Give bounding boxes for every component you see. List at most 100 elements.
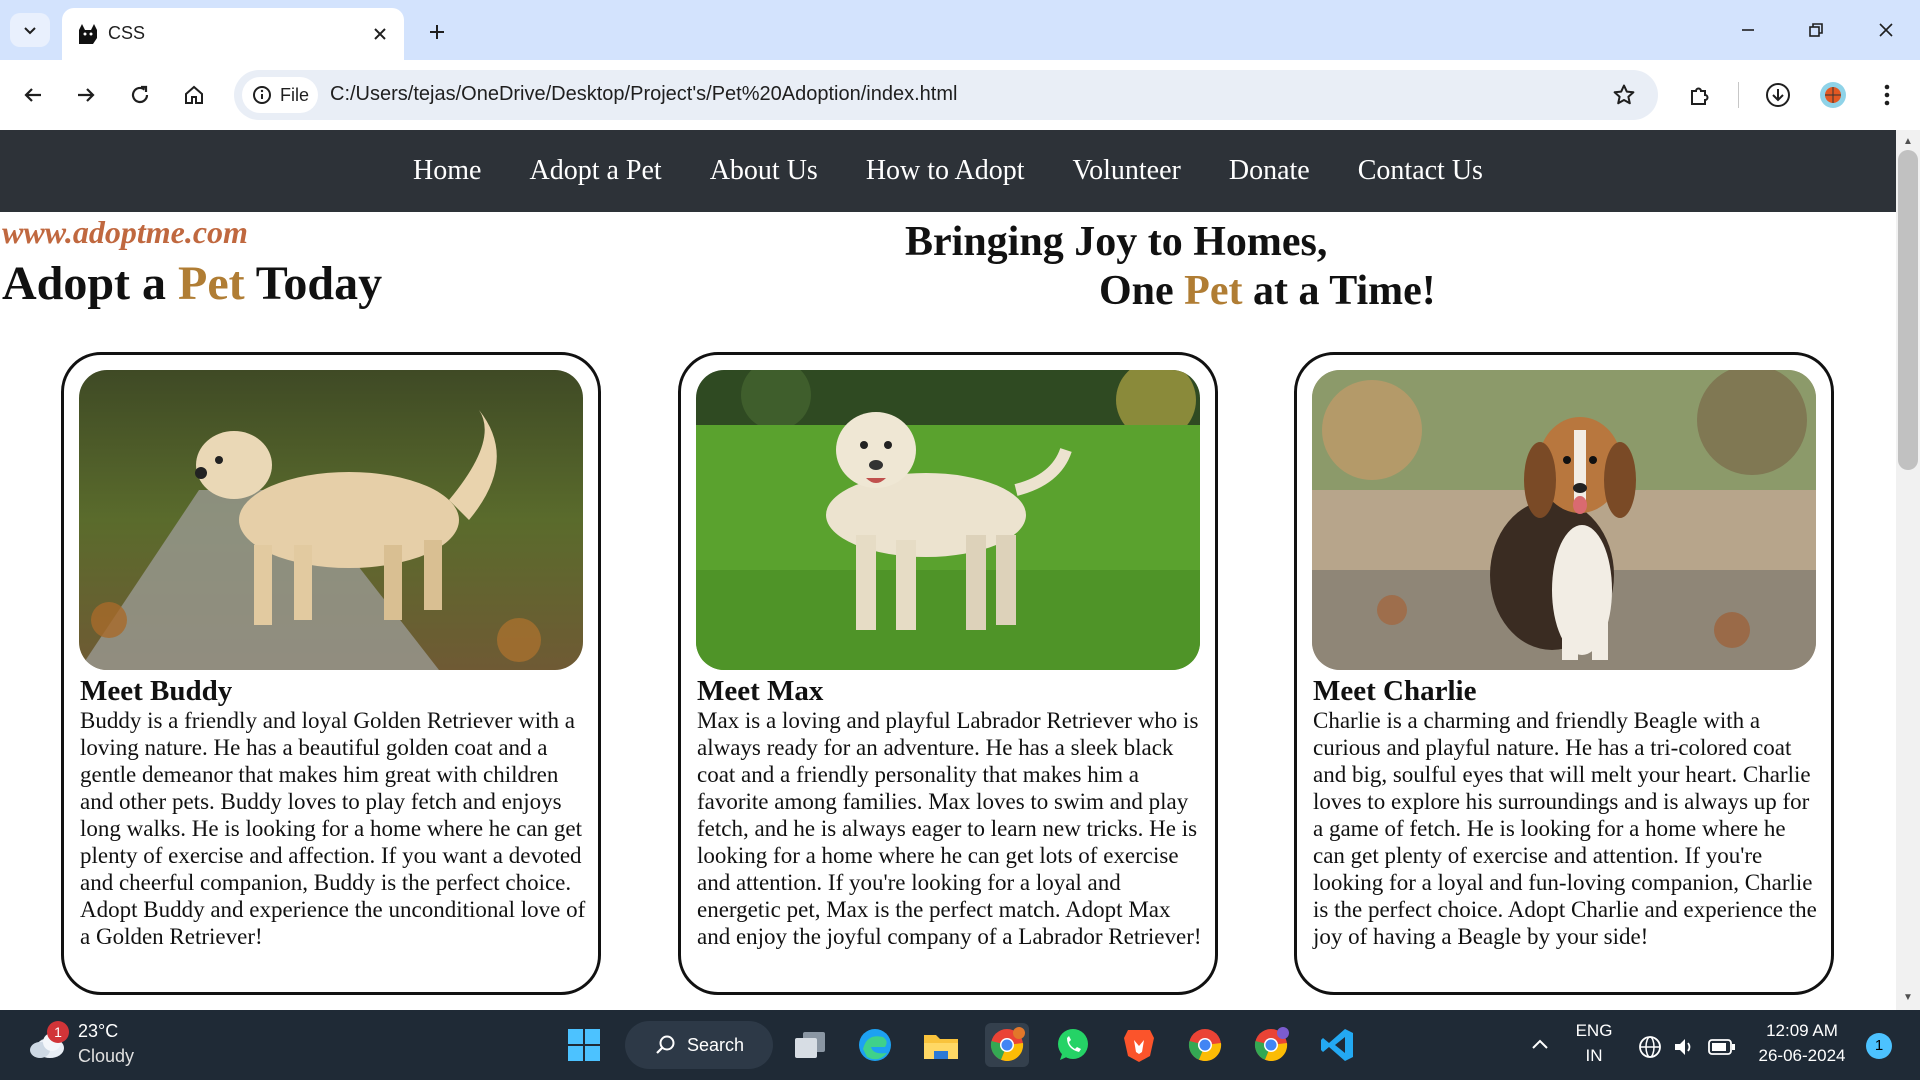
brand-title-pre: Adopt a — [2, 257, 179, 310]
search-icon — [656, 1035, 675, 1054]
forward-button[interactable] — [66, 75, 106, 115]
tagline-line1: Bringing Joy to Homes, — [905, 219, 1328, 265]
tagline-accent: Pet — [1184, 268, 1243, 314]
nav-volunteer[interactable]: Volunteer — [1049, 155, 1205, 187]
new-tab-button[interactable] — [420, 15, 454, 49]
puzzle-icon — [1691, 87, 1709, 105]
site-info-button[interactable]: File — [242, 77, 318, 113]
tagline-post: at a Time! — [1242, 268, 1436, 314]
page-viewport: Home Adopt a Pet About Us How to Adopt V… — [0, 130, 1896, 1010]
scroll-up-icon[interactable]: ▲ — [1900, 134, 1916, 150]
pet-description: Charlie is a charming and friendly Beagl… — [1313, 708, 1817, 949]
clock-date[interactable]: 26-06-2024 — [1746, 1046, 1858, 1066]
chevron-up-icon[interactable] — [1530, 1037, 1550, 1051]
plus-icon — [430, 25, 444, 39]
browser-tab[interactable]: CSS — [62, 8, 404, 60]
brave-app[interactable] — [1117, 1023, 1161, 1067]
home-button[interactable] — [174, 75, 214, 115]
address-bar[interactable]: File C:/Users/tejas/OneDrive/Desktop/Pro… — [234, 70, 1658, 120]
nav-home[interactable]: Home — [389, 155, 505, 187]
notification-badge[interactable]: 1 — [1866, 1033, 1892, 1059]
start-button[interactable] — [562, 1023, 606, 1067]
weather-alert-badge: 1 — [47, 1021, 69, 1043]
edge-app[interactable] — [853, 1023, 897, 1067]
browser-menu-button[interactable] — [1867, 75, 1907, 115]
scrollbar-thumb[interactable] — [1898, 150, 1918, 470]
restore-button[interactable] — [1792, 10, 1840, 50]
pet-description: Max is a loving and playful Labrador Ret… — [697, 708, 1202, 949]
task-view-button[interactable] — [788, 1023, 832, 1067]
brave-lion-icon — [1124, 1030, 1154, 1062]
minimize-button[interactable] — [1724, 10, 1772, 50]
downloads-button[interactable] — [1758, 75, 1798, 115]
chrome-profile3-app[interactable] — [1249, 1023, 1293, 1067]
chrome-icon — [1254, 1027, 1289, 1062]
site-chip-label: File — [280, 84, 310, 105]
weather-temp[interactable]: 23°C — [78, 1021, 118, 1042]
nav-donate[interactable]: Donate — [1205, 155, 1334, 187]
task-view-icon — [795, 1032, 825, 1058]
clock-time[interactable]: 12:09 AM — [1746, 1021, 1858, 1041]
info-icon — [253, 86, 271, 104]
file-explorer-app[interactable] — [919, 1023, 963, 1067]
download-icon — [1766, 83, 1790, 107]
brand-title: Adopt a Pet Today — [2, 256, 382, 311]
pet-card-max: Meet Max Max is a loving and playful Lab… — [678, 352, 1218, 995]
golden-retriever-image — [79, 370, 583, 670]
extensions-button[interactable] — [1680, 75, 1720, 115]
lang-line1[interactable]: ENG — [1572, 1021, 1616, 1041]
tab-search-button[interactable] — [10, 13, 50, 47]
vscode-app[interactable] — [1315, 1023, 1359, 1067]
tagline-line2: One Pet at a Time! — [1099, 267, 1436, 315]
minimize-icon — [1742, 29, 1754, 31]
beagle-image — [1312, 370, 1816, 670]
nav-contact-us[interactable]: Contact Us — [1334, 155, 1507, 187]
reload-button[interactable] — [120, 75, 160, 115]
chevron-down-icon — [24, 27, 36, 35]
star-icon — [1613, 84, 1635, 105]
tab-close-button[interactable] — [366, 20, 394, 48]
brand-url: www.adoptme.com — [2, 214, 248, 250]
whatsapp-icon — [1058, 1029, 1088, 1060]
avatar-icon — [1820, 82, 1846, 108]
brand-title-post: Today — [244, 257, 383, 310]
battery-icon[interactable] — [1708, 1037, 1736, 1057]
scroll-down-icon[interactable]: ▼ — [1900, 990, 1916, 1006]
arrow-left-icon — [24, 88, 41, 102]
close-window-button[interactable] — [1862, 10, 1910, 50]
nav-about-us[interactable]: About Us — [686, 155, 842, 187]
bookmark-button[interactable] — [1608, 79, 1640, 111]
pet-photo-charlie — [1312, 370, 1816, 670]
globe-network-icon[interactable] — [1638, 1035, 1662, 1059]
nav-how-to-adopt[interactable]: How to Adopt — [842, 155, 1049, 187]
close-icon — [374, 28, 386, 40]
pet-title: Meet Charlie — [1313, 675, 1477, 707]
pet-photo-buddy — [79, 370, 583, 670]
reload-icon — [131, 85, 149, 104]
whatsapp-app[interactable] — [1051, 1023, 1095, 1067]
volume-icon[interactable] — [1672, 1035, 1696, 1059]
lang-line2[interactable]: IN — [1572, 1046, 1616, 1066]
tab-title: CSS — [108, 23, 146, 43]
back-button[interactable] — [13, 75, 53, 115]
pet-photo-max — [696, 370, 1200, 670]
labrador-image — [696, 370, 1200, 670]
search-label: Search — [687, 1034, 745, 1055]
weather-desc[interactable]: Cloudy — [78, 1046, 134, 1067]
home-icon — [185, 85, 203, 104]
pet-description: Buddy is a friendly and loyal Golden Ret… — [80, 708, 586, 949]
url-text[interactable]: C:/Users/tejas/OneDrive/Desktop/Project'… — [330, 83, 957, 106]
close-icon — [1879, 23, 1893, 37]
chrome-app-active[interactable] — [985, 1023, 1029, 1067]
arrow-right-icon — [78, 88, 95, 102]
folder-icon — [924, 1035, 958, 1059]
cat-favicon-icon — [79, 24, 97, 44]
tagline-pre: One — [1099, 268, 1185, 314]
pet-card-buddy: Meet Buddy Buddy is a friendly and loyal… — [61, 352, 601, 995]
chrome-profile2-app[interactable] — [1183, 1023, 1227, 1067]
windows-logo-icon — [568, 1029, 600, 1061]
nav-adopt-a-pet[interactable]: Adopt a Pet — [505, 155, 685, 187]
vscode-icon — [1321, 1029, 1353, 1061]
taskbar-search[interactable]: Search — [625, 1021, 773, 1069]
profile-button[interactable] — [1813, 75, 1853, 115]
